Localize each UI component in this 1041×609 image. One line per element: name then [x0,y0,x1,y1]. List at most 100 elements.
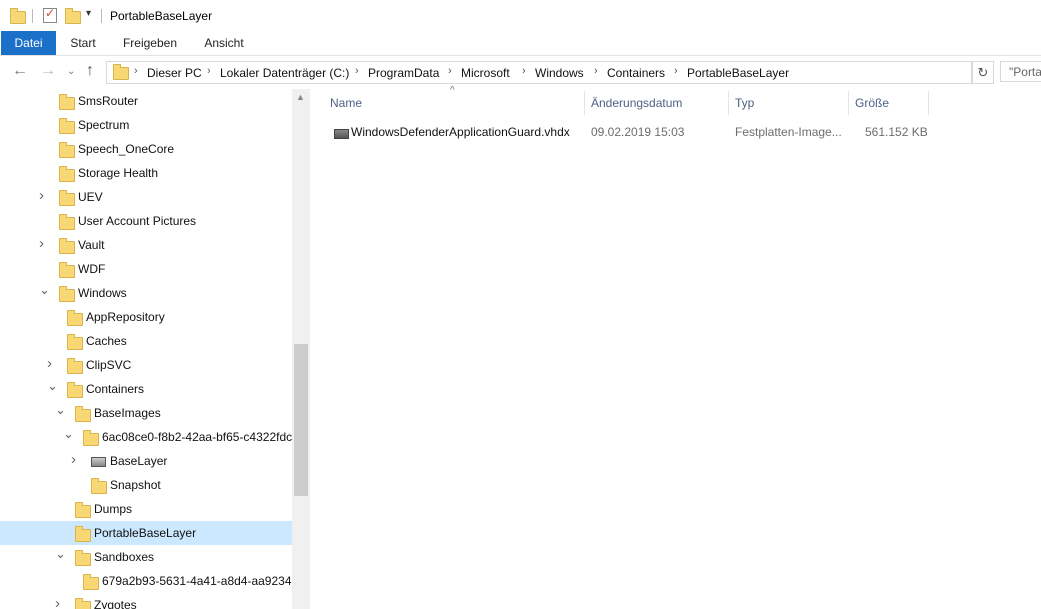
tree-item[interactable]: Spectrum [0,113,292,137]
address-bar[interactable]: › Dieser PC › Lokaler Datenträger (C:) ›… [106,61,972,84]
breadcrumb-windows[interactable]: Windows [535,66,584,80]
breadcrumb-portablebaselayer[interactable]: PortableBaseLayer [687,66,789,80]
tab-start[interactable]: Start [60,31,106,55]
tree-item[interactable]: Speech_OneCore [0,137,292,161]
recent-locations-chevron-icon[interactable]: ⌄ [67,66,75,77]
properties-checkmark-icon[interactable] [43,6,57,23]
tree-item-label: PortableBaseLayer [94,526,197,540]
chevron-right-icon[interactable]: › [355,65,359,77]
column-divider[interactable] [848,91,849,115]
tree-item[interactable]: 679a2b93-5631-4a41-a8d4-aa92347d [0,569,305,593]
folder-icon [67,382,83,398]
chevron-down-icon[interactable]: ⌄ [55,402,66,418]
chevron-right-icon[interactable]: › [134,65,138,77]
chevron-right-icon[interactable]: › [47,355,52,372]
tab-freigeben[interactable]: Freigeben [113,31,187,55]
tree-item[interactable]: › Zygotes [0,593,292,609]
tree-item[interactable]: ⌄ Windows [0,281,292,305]
disk-image-icon [334,129,349,139]
refresh-icon[interactable]: ↻ [972,61,994,84]
folder-icon [75,502,91,518]
tree-item-label: Containers [86,382,145,396]
chevron-down-icon[interactable]: ⌄ [47,378,58,394]
breadcrumb-microsoft[interactable]: Microsoft [461,66,510,80]
search-input[interactable]: "Porta [1000,61,1041,82]
chevron-down-icon[interactable]: ⌄ [39,282,50,298]
chevron-right-icon[interactable]: › [55,595,60,609]
breadcrumb-containers[interactable]: Containers [607,66,665,80]
divider [101,9,102,23]
tree-item[interactable]: PortableBaseLayer [0,521,292,545]
tree-item-label: Snapshot [110,478,161,492]
chevron-right-icon[interactable]: › [674,65,678,77]
column-divider[interactable] [584,91,585,115]
chevron-right-icon[interactable]: › [71,451,76,468]
tree-item-label: 679a2b93-5631-4a41-a8d4-aa92347d [102,574,305,588]
breadcrumb-dieser-pc[interactable]: Dieser PC [147,66,202,80]
title-bar: ▾ PortableBaseLayer [0,0,1041,31]
tree-item[interactable]: › ClipSVC [0,353,292,377]
folder-icon [83,430,99,446]
tree-item-label: BaseLayer [110,454,168,468]
tree-item[interactable]: SmsRouter [0,89,292,113]
ribbon-tabs: Datei Start Freigeben Ansicht [0,31,1041,56]
tree-item[interactable]: ⌄ Containers [0,377,292,401]
tree-item[interactable]: Dumps [0,497,292,521]
tab-ansicht[interactable]: Ansicht [193,31,255,55]
tree-item-label: Zygotes [94,598,137,609]
breadcrumb-drive-c[interactable]: Lokaler Datenträger (C:) [220,66,349,80]
sort-ascending-icon: ^ [450,85,455,96]
column-divider[interactable] [928,91,929,115]
tree-item[interactable]: › Vault [0,233,292,257]
quick-access-dropdown-icon[interactable]: ▾ [86,8,91,19]
tree-item[interactable]: WDF [0,257,292,281]
up-arrow-icon[interactable]: ↑ [86,62,94,80]
new-folder-icon[interactable] [65,8,81,24]
chevron-right-icon[interactable]: › [39,187,44,204]
file-type: Festplatten-Image... [735,125,842,139]
chevron-right-icon[interactable]: › [448,65,452,77]
tree-item-label: 6ac08ce0-f8b2-42aa-bf65-c4322fdca [102,430,299,444]
tree-item[interactable]: ⌄ 6ac08ce0-f8b2-42aa-bf65-c4322fdca [0,425,299,449]
tree-item-label: UEV [78,190,103,204]
tree-item[interactable]: Snapshot [0,473,292,497]
tree-item[interactable]: › BaseLayer [0,449,292,473]
tree-item[interactable]: ⌄ Sandboxes [0,545,292,569]
chevron-right-icon[interactable]: › [39,235,44,252]
breadcrumb-programdata[interactable]: ProgramData [368,66,439,80]
tree-item-label: User Account Pictures [78,214,197,228]
folder-icon [67,358,83,374]
drive-icon [91,457,106,467]
column-header-name[interactable]: Name [330,96,362,110]
tree-item[interactable]: User Account Pictures [0,209,292,233]
tree-item[interactable]: Caches [0,329,292,353]
folder-icon [75,598,91,609]
column-divider[interactable] [728,91,729,115]
forward-arrow-icon[interactable]: → [40,62,56,80]
scroll-up-icon[interactable]: ▲ [296,92,305,102]
folder-icon [59,190,75,206]
folder-icon [59,286,75,302]
chevron-down-icon[interactable]: ⌄ [55,546,66,562]
column-header-type[interactable]: Typ [735,96,754,110]
back-arrow-icon[interactable]: ← [12,62,28,80]
tree-item-label: AppRepository [86,310,165,324]
column-header-size[interactable]: Größe [855,96,889,110]
tree-item[interactable]: ⌄ BaseImages [0,401,292,425]
chevron-down-icon[interactable]: ⌄ [63,426,74,442]
navigation-pane: SmsRouter Spectrum Speech_OneCore Storage H… [0,89,310,609]
column-header-date[interactable]: Änderungsdatum [591,96,682,110]
file-name[interactable]: WindowsDefenderApplicationGuard.vhdx [351,125,570,139]
chevron-right-icon[interactable]: › [522,65,526,77]
tree-item[interactable]: Storage Health [0,161,292,185]
chevron-right-icon[interactable]: › [207,65,211,77]
scroll-thumb[interactable] [294,344,308,496]
folder-icon [59,142,75,158]
nav-scrollbar[interactable]: ▲ [292,89,310,609]
tree-item-label: BaseImages [94,406,161,420]
tree-item[interactable]: AppRepository [0,305,292,329]
chevron-right-icon[interactable]: › [594,65,598,77]
tree-item[interactable]: › UEV [0,185,292,209]
tree-item-label: Windows [78,286,127,300]
tab-datei[interactable]: Datei [1,31,56,55]
